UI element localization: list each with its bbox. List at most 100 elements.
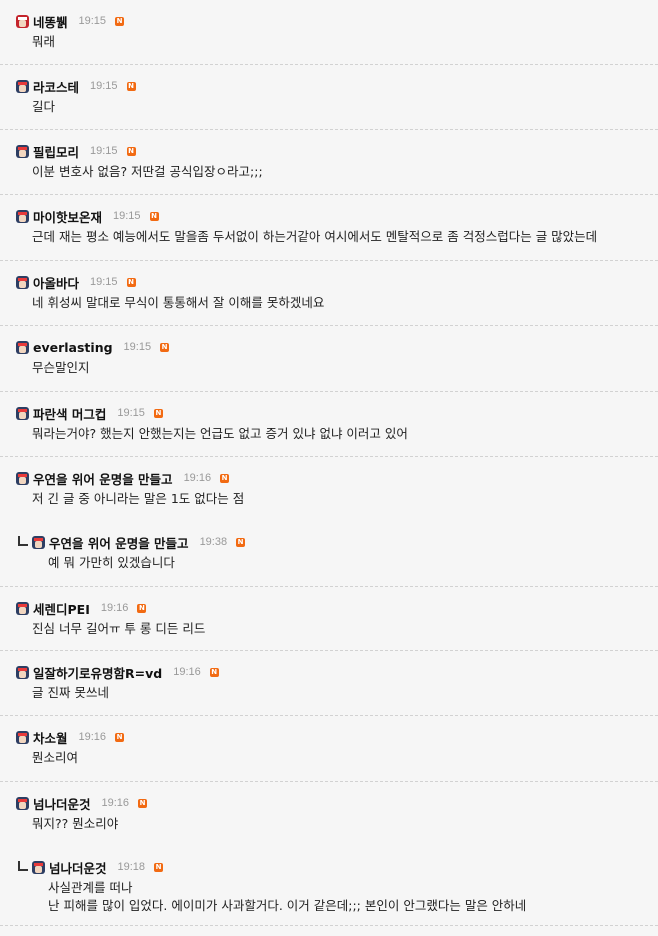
author-nickname[interactable]: 우연을 위어 운명을 만들고 <box>33 469 173 488</box>
author-nickname[interactable]: 넘나더운것 <box>33 794 91 813</box>
comment-text: 뭐래 <box>16 33 658 51</box>
comment-text-line: 뭐라는거야? 했는지 안했는지는 언급도 없고 증거 있냐 없냐 이러고 있어 <box>32 426 408 441</box>
author-nickname[interactable]: 아올바다 <box>33 273 79 292</box>
new-badge-icon: N <box>160 342 170 352</box>
comment-text: 저 긴 글 중 아니라는 말은 1도 없다는 점 <box>16 490 658 508</box>
author-nickname[interactable]: 차소월 <box>33 728 68 747</box>
comment-text-line: 뭐지?? 뭔소리야 <box>32 816 119 831</box>
new-badge-icon: N <box>149 211 159 221</box>
comment-time: 19:18 <box>117 861 146 873</box>
comment-text: 진심 너무 길어ㅠ 투 롱 디든 리드 <box>16 620 658 638</box>
author-nickname[interactable]: 일잘하기로유명함R=vd <box>33 663 162 682</box>
author-nickname[interactable]: 넘나더운것 <box>49 858 107 877</box>
new-badge-icon: N <box>115 16 125 26</box>
comment-item: 필립모리 19:15 N 이분 변호사 없음? 저딴걸 공식입장ㅇ라고;;; <box>0 130 658 195</box>
new-badge-icon: N <box>126 146 136 156</box>
new-badge-icon: N <box>115 732 125 742</box>
comment-text-line: 뭔소리여 <box>32 750 79 765</box>
new-badge-icon: N <box>126 277 136 287</box>
avatar-icon <box>16 665 29 679</box>
comment-meta: 우연을 위어 운명을 만들고 19:16 N <box>16 468 658 488</box>
comment-text: 뭐지?? 뭔소리야 <box>16 815 658 833</box>
comment-item: 우연을 위어 운명을 만들고 19:16 N 저 긴 글 중 아니라는 말은 1… <box>0 457 658 521</box>
comment-meta: 세렌디PEI 19:16 N <box>16 598 658 618</box>
new-badge-icon: N <box>209 667 219 677</box>
avatar-icon <box>16 471 29 485</box>
comment-meta: 일잘하기로유명함R=vd 19:16 N <box>16 662 658 682</box>
new-badge-icon: N <box>220 473 230 483</box>
comment-meta: 우연을 위어 운명을 만들고 19:38 N <box>18 532 658 552</box>
comment-item: 일잘하기로유명함R=vd 19:16 N 글 진짜 못쓰네 <box>0 651 658 716</box>
comment-time: 19:16 <box>183 472 212 484</box>
comment-time: 19:15 <box>90 145 118 157</box>
comment-time: 19:16 <box>173 666 201 678</box>
new-badge-icon: N <box>126 81 136 91</box>
comment-text: 근데 재는 평소 예능에서도 말을좀 두서없이 하는거같아 여시에서도 멘탈적으… <box>16 228 658 246</box>
comment-item: everlasting 19:15 N 무슨말인지 <box>0 326 658 392</box>
comment-time: 19:15 <box>113 210 141 222</box>
comment-text-line: 근데 재는 평소 예능에서도 말을좀 두서없이 하는거같아 여시에서도 멘탈적으… <box>32 229 598 244</box>
reply-arrow-icon <box>18 860 28 871</box>
comment-time: 19:15 <box>78 15 107 27</box>
comment-text: 글 진짜 못쓰네 <box>16 684 658 702</box>
reply-arrow-icon <box>18 535 28 546</box>
comment-text-line: 난 피해를 많이 입었다. 에이미가 사과할거다. 이거 같은데;;; 본인이 … <box>48 898 527 913</box>
comment-meta: 마이핫보온재 19:15 N <box>16 206 658 226</box>
author-nickname[interactable]: 필립모리 <box>33 142 79 161</box>
comment-item: 아올바다 19:15 N 네 휘성씨 말대로 무식이 통통해서 잘 이해를 못하… <box>0 261 658 326</box>
comment-text: 길다 <box>16 98 658 116</box>
comment-time: 19:16 <box>101 797 130 809</box>
author-nickname[interactable]: 네똥뷁 <box>33 12 68 31</box>
author-nickname[interactable]: 우연을 위어 운명을 만들고 <box>49 533 189 552</box>
author-nickname[interactable]: 마이핫보온재 <box>33 207 102 226</box>
avatar-icon <box>32 535 45 549</box>
comment-item: 차소월 19:16 N 뭔소리여 <box>0 716 658 782</box>
avatar-icon <box>16 601 29 615</box>
author-nickname[interactable]: everlasting <box>33 340 113 355</box>
reply-item: 우연을 위어 운명을 만들고 19:38 N 예 뭐 가만히 있겠습니다 <box>0 521 658 587</box>
comment-text-line: 사실관계를 떠나 <box>48 880 133 895</box>
new-badge-icon: N <box>137 603 147 613</box>
author-nickname[interactable]: 세렌디PEI <box>33 599 90 618</box>
comment-text-line: 이분 변호사 없음? 저딴걸 공식입장ㅇ라고;;; <box>32 164 263 179</box>
comment-time: 19:15 <box>117 407 145 419</box>
comment-text-line: 글 진짜 못쓰네 <box>32 685 109 700</box>
avatar-icon <box>32 860 45 874</box>
comment-meta: 넘나더운것 19:16 N <box>16 793 658 813</box>
comment-text: 사실관계를 떠나 난 피해를 많이 입었다. 에이미가 사과할거다. 이거 같은… <box>18 879 658 915</box>
comment-meta: 넘나더운것 19:18 N <box>18 857 658 877</box>
comment-item: 세렌디PEI 19:16 N 진심 너무 길어ㅠ 투 롱 디든 리드 <box>0 587 658 651</box>
comment-text-line: 길다 <box>32 99 56 114</box>
new-badge-icon: N <box>154 862 164 872</box>
avatar-icon <box>16 79 29 93</box>
avatar-icon <box>16 730 29 744</box>
comment-meta: 필립모리 19:15 N <box>16 141 658 161</box>
comment-text: 예 뭐 가만히 있겠습니다 <box>18 554 658 572</box>
comment-time: 19:16 <box>100 602 129 614</box>
comment-meta: 파란색 머그컵 19:15 N <box>16 403 658 423</box>
avatar-icon <box>16 406 29 420</box>
comment-time: 19:15 <box>90 80 118 92</box>
comment-time: 19:15 <box>90 276 118 288</box>
author-nickname[interactable]: 라코스테 <box>33 77 79 96</box>
comment-text: 뭐라는거야? 했는지 안했는지는 언급도 없고 증거 있냐 없냐 이러고 있어 <box>16 425 658 443</box>
comment-text-line: 진심 너무 길어ㅠ 투 롱 디든 리드 <box>32 621 206 636</box>
comment-meta: 차소월 19:16 N <box>16 727 658 747</box>
comment-time: 19:38 <box>199 536 228 548</box>
comment-text: 뭔소리여 <box>16 749 658 767</box>
comment-item: 네똥뷁 19:15 N 뭐래 <box>0 0 658 65</box>
comment-text-line: 네 휘성씨 말대로 무식이 통통해서 잘 이해를 못하겠네요 <box>32 295 325 310</box>
comment-text-line: 무슨말인지 <box>32 360 90 375</box>
new-badge-icon: N <box>153 408 163 418</box>
comment-text-line: 예 뭐 가만히 있겠습니다 <box>48 555 175 570</box>
red-face-icon <box>16 14 29 28</box>
avatar-icon <box>16 275 29 289</box>
comment-item: 넘나더운것 19:16 N 뭐지?? 뭔소리야 <box>0 782 658 846</box>
comment-meta: 네똥뷁 19:15 N <box>16 11 658 31</box>
comment-text: 이분 변호사 없음? 저딴걸 공식입장ㅇ라고;;; <box>16 163 658 181</box>
avatar-icon <box>16 796 29 810</box>
comment-time: 19:16 <box>78 731 107 743</box>
comment-item: 마이핫보온재 19:15 N 근데 재는 평소 예능에서도 말을좀 두서없이 하… <box>0 195 658 261</box>
author-nickname[interactable]: 파란색 머그컵 <box>33 404 106 423</box>
reply-item: 넘나더운것 19:18 N 사실관계를 떠나 난 피해를 많이 입었다. 에이미… <box>0 846 658 926</box>
